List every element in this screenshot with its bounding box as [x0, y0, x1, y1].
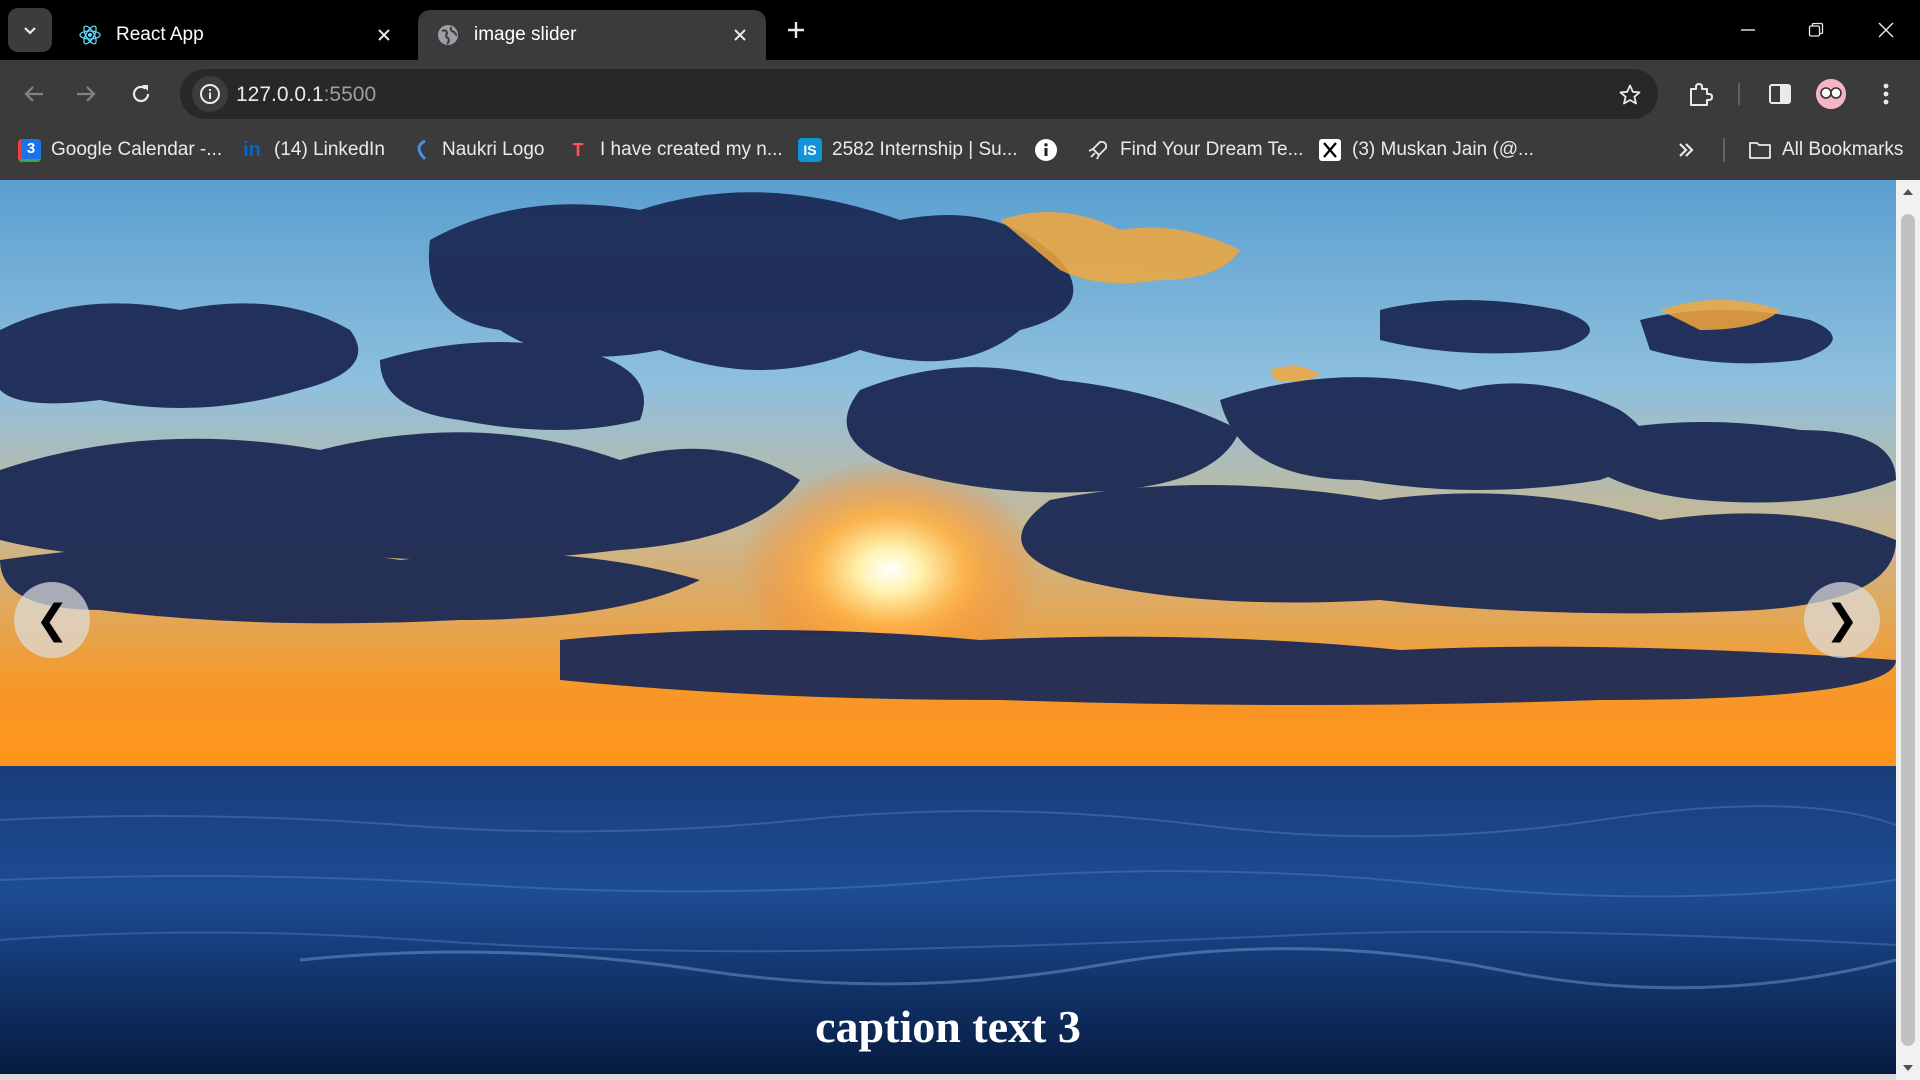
url-text[interactable]: 127.0.0.1:5500 [236, 83, 376, 107]
restore-icon [1808, 22, 1824, 37]
reload-button[interactable] [119, 72, 163, 116]
bookmarks-overflow-button[interactable] [1676, 134, 1696, 166]
minimize-icon [1741, 29, 1755, 31]
slide-caption: caption text 3 [815, 1001, 1081, 1052]
reload-icon [132, 85, 150, 103]
image-slider: ❮ ❯ caption text 3 [0, 180, 1896, 1080]
prev-slide-button[interactable]: ❮ [14, 582, 90, 658]
bookmark-muskan-jain[interactable]: (3) Muskan Jain (@... [1318, 134, 1534, 166]
close-icon [1878, 22, 1894, 38]
scroll-up-button[interactable] [1896, 180, 1920, 204]
x-icon [1318, 138, 1342, 162]
chevron-down-icon [24, 27, 36, 35]
bookmark-linkedin[interactable]: in (14) LinkedIn [240, 134, 385, 166]
scrollbar-thumb[interactable] [1901, 214, 1915, 1046]
site-info-button[interactable] [192, 76, 228, 112]
rocket-icon [1086, 138, 1110, 162]
profile-glasses-icon [1816, 79, 1846, 109]
more-vertical-icon [1883, 83, 1889, 105]
extensions-button[interactable] [1680, 74, 1720, 114]
bookmark-created[interactable]: T I have created my n... [566, 134, 783, 166]
chevron-left-icon: ❮ [35, 597, 69, 643]
side-panel-icon [1769, 84, 1791, 104]
bookmark-label: Find Your Dream Te... [1120, 139, 1304, 160]
arrow-right-icon [77, 86, 96, 102]
side-panel-button[interactable] [1760, 74, 1800, 114]
tab-title: React App [116, 24, 204, 45]
toolbar-divider [1738, 83, 1740, 105]
tab-react-app[interactable]: React App [60, 10, 410, 60]
tab-search-button[interactable] [8, 8, 52, 52]
all-bookmarks-label: All Bookmarks [1782, 139, 1904, 160]
chevron-double-right-icon [1679, 143, 1694, 157]
chevron-right-icon: ❯ [1825, 597, 1859, 643]
info-icon [1034, 138, 1058, 162]
close-window-button[interactable] [1852, 0, 1920, 60]
react-icon [78, 23, 102, 47]
bookmark-label: Google Calendar -... [51, 139, 223, 160]
bookmark-label: I have created my n... [600, 139, 783, 160]
internshala-icon: IS [798, 138, 822, 162]
bookmark-find-dream[interactable]: Find Your Dream Te... [1086, 134, 1303, 166]
bookmark-info[interactable] [1034, 134, 1068, 166]
bookmark-naukri[interactable]: Naukri Logo [408, 134, 544, 166]
bookmark-favicon-icon: T [572, 139, 584, 160]
scroll-down-button[interactable] [1896, 1056, 1920, 1080]
bookmark-internship[interactable]: IS 2582 Internship | Su... [798, 134, 1018, 166]
close-icon[interactable] [728, 23, 752, 47]
google-calendar-icon: 3 [18, 138, 41, 162]
tab-strip: React App image slider [0, 0, 1920, 60]
bookmark-label: (3) Muskan Jain (@... [1352, 139, 1534, 160]
star-icon [1619, 84, 1641, 105]
slide-image [0, 180, 1896, 1080]
linkedin-icon: in [243, 138, 261, 161]
url-host: 127.0.0.1 [236, 83, 324, 106]
naukri-icon [408, 138, 432, 162]
tab-title: image slider [474, 24, 577, 45]
bookmarks-divider [1723, 138, 1725, 162]
bookmark-label: Naukri Logo [442, 139, 545, 160]
bookmark-label: (14) LinkedIn [274, 139, 385, 160]
new-tab-button[interactable] [780, 14, 812, 46]
minimize-button[interactable] [1714, 0, 1782, 60]
vertical-scrollbar[interactable] [1896, 180, 1920, 1080]
bookmark-google-calendar[interactable]: 3 Google Calendar -... [18, 134, 222, 166]
address-bar[interactable]: 127.0.0.1:5500 [180, 69, 1658, 119]
bookmark-label: 2582 Internship | Su... [832, 139, 1018, 160]
info-icon [200, 84, 220, 104]
horizontal-scrollbar[interactable] [0, 1074, 1896, 1080]
folder-icon [1748, 138, 1772, 162]
menu-button[interactable] [1866, 74, 1906, 114]
triangle-down-icon [1903, 1065, 1913, 1071]
url-port: :5500 [323, 83, 377, 106]
all-bookmarks-button[interactable]: All Bookmarks [1748, 134, 1903, 166]
next-slide-button[interactable]: ❯ [1804, 582, 1880, 658]
forward-button[interactable] [64, 72, 108, 116]
puzzle-icon [1690, 83, 1713, 106]
close-icon[interactable] [372, 23, 396, 47]
bookmark-star-button[interactable] [1616, 81, 1644, 109]
restore-button[interactable] [1782, 0, 1850, 60]
triangle-up-icon [1903, 189, 1913, 195]
globe-icon [436, 23, 460, 47]
tab-image-slider[interactable]: image slider [418, 10, 766, 60]
back-button[interactable] [12, 72, 56, 116]
plus-icon [788, 22, 804, 38]
arrow-left-icon [24, 86, 43, 102]
avatar[interactable] [1816, 79, 1846, 109]
